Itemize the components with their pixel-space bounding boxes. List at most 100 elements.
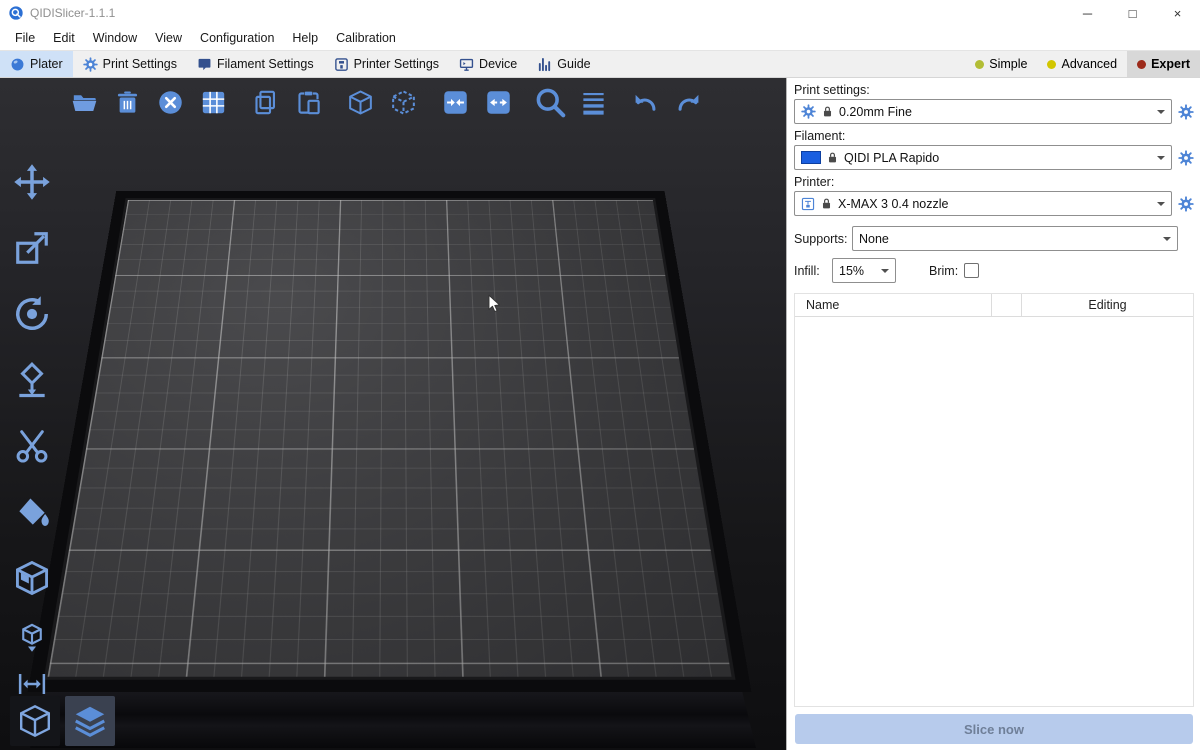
- split-to-parts-button[interactable]: [480, 84, 516, 120]
- object-list-body[interactable]: [795, 317, 1193, 706]
- search-icon: [534, 86, 567, 119]
- gear-icon: [801, 104, 816, 119]
- preview-view-button[interactable]: [65, 696, 115, 746]
- printer-value: X-MAX 3 0.4 nozzle: [838, 197, 948, 211]
- infill-combo[interactable]: 15%: [832, 258, 896, 283]
- undo-button[interactable]: [627, 84, 663, 120]
- mode-simple[interactable]: Simple: [965, 51, 1037, 77]
- mode-simple-label: Simple: [989, 57, 1027, 71]
- open-button[interactable]: [66, 84, 102, 120]
- tab-printer-settings-label: Printer Settings: [354, 57, 439, 71]
- paste-button[interactable]: [290, 84, 326, 120]
- plater-icon: [10, 57, 25, 72]
- menu-edit[interactable]: Edit: [44, 31, 84, 45]
- redo-button[interactable]: [670, 84, 706, 120]
- cube-dashed-icon: [390, 89, 417, 116]
- rotate-tool-button[interactable]: [6, 288, 58, 340]
- folder-open-icon: [71, 89, 98, 116]
- menu-view[interactable]: View: [146, 31, 191, 45]
- object-list-header: Name Editing: [795, 294, 1193, 317]
- menu-file[interactable]: File: [6, 31, 44, 45]
- slice-now-button[interactable]: Slice now: [795, 714, 1193, 744]
- paint-tool-button[interactable]: [6, 486, 58, 538]
- printer-gear-button[interactable]: [1178, 196, 1194, 212]
- move-tool-button[interactable]: [6, 156, 58, 208]
- view-mode-buttons: [10, 696, 115, 746]
- tab-print-settings[interactable]: Print Settings: [73, 51, 187, 77]
- copy-button[interactable]: [247, 84, 283, 120]
- menu-help[interactable]: Help: [283, 31, 327, 45]
- split-to-objects-button[interactable]: [437, 84, 473, 120]
- window-controls: ─ □ ×: [1065, 0, 1200, 26]
- cube-icon: [347, 89, 374, 116]
- chevron-down-icon: [1157, 110, 1165, 118]
- close-button[interactable]: ×: [1155, 0, 1200, 26]
- object-list[interactable]: Name Editing: [794, 293, 1194, 707]
- mode-advanced-label: Advanced: [1061, 57, 1117, 71]
- tab-print-settings-label: Print Settings: [103, 57, 177, 71]
- filament-gear-button[interactable]: [1178, 150, 1194, 166]
- menu-configuration[interactable]: Configuration: [191, 31, 283, 45]
- filament-combo[interactable]: QIDI PLA Rapido: [794, 145, 1172, 170]
- tab-filament-settings[interactable]: Filament Settings: [187, 51, 324, 77]
- top-toolbar: [66, 84, 713, 120]
- minimize-button[interactable]: ─: [1065, 0, 1110, 26]
- device-monitor-icon: [459, 57, 474, 72]
- search-button[interactable]: [532, 84, 568, 120]
- variable-layer-height-button[interactable]: [575, 84, 611, 120]
- undo-icon: [632, 89, 659, 116]
- cut-tool-button[interactable]: [6, 420, 58, 472]
- printer-icon: [801, 197, 815, 211]
- remove-instance-button[interactable]: [385, 84, 421, 120]
- simple-mode-dot-icon: [975, 60, 984, 69]
- brim-label: Brim:: [929, 264, 958, 278]
- printer-base: [30, 674, 756, 748]
- place-on-face-tool-button[interactable]: [6, 354, 58, 406]
- paste-icon: [295, 89, 322, 116]
- bed-scene: [0, 78, 786, 750]
- paint-bucket-icon: [13, 493, 51, 531]
- tab-guide-label: Guide: [557, 57, 590, 71]
- tab-guide[interactable]: Guide: [527, 51, 600, 77]
- width-arrow-icon: [17, 669, 47, 699]
- copy-icon: [252, 89, 279, 116]
- menu-window[interactable]: Window: [84, 31, 146, 45]
- name-column-header: Name: [795, 298, 991, 312]
- mode-advanced[interactable]: Advanced: [1037, 51, 1127, 77]
- print-settings-combo[interactable]: 0.20mm Fine: [794, 99, 1172, 124]
- mode-expert[interactable]: Expert: [1127, 51, 1200, 77]
- rotate-icon: [13, 295, 51, 333]
- brim-checkbox[interactable]: [964, 263, 979, 278]
- tab-device[interactable]: Device: [449, 51, 527, 77]
- scale-tool-button[interactable]: [6, 222, 58, 274]
- print-settings-gear-button[interactable]: [1178, 104, 1194, 120]
- seam-tool-button[interactable]: [6, 552, 58, 604]
- tab-plater[interactable]: Plater: [0, 51, 73, 77]
- filament-label: Filament:: [794, 129, 1194, 143]
- cube-wireframe-icon: [17, 703, 53, 739]
- delete-button[interactable]: [109, 84, 145, 120]
- tab-printer-settings[interactable]: Printer Settings: [324, 51, 449, 77]
- menu-calibration[interactable]: Calibration: [327, 31, 405, 45]
- lock-icon: [820, 197, 833, 210]
- arrange-button[interactable]: [195, 84, 231, 120]
- editor-view-button[interactable]: [10, 696, 60, 746]
- merge-arrows-icon: [442, 89, 469, 116]
- arrange-grid-icon: [200, 89, 227, 116]
- supports-combo[interactable]: None: [852, 226, 1178, 251]
- add-instance-button[interactable]: [342, 84, 378, 120]
- printer-combo[interactable]: X-MAX 3 0.4 nozzle: [794, 191, 1172, 216]
- viewport-3d[interactable]: [0, 78, 786, 750]
- maximize-button[interactable]: □: [1110, 0, 1155, 26]
- svg-tool-button[interactable]: [6, 618, 58, 658]
- filament-color-swatch: [801, 151, 821, 164]
- window-title: QIDISlicer-1.1.1: [30, 6, 115, 20]
- lock-icon: [821, 105, 834, 118]
- scissors-icon: [13, 427, 51, 465]
- cube-down-arrow-icon: [17, 623, 47, 653]
- delete-all-button[interactable]: [152, 84, 188, 120]
- mode-switcher: Simple Advanced Expert: [965, 51, 1200, 77]
- chevron-down-icon: [1163, 237, 1171, 245]
- printer-label: Printer:: [794, 175, 1194, 189]
- layer-lines-icon: [580, 89, 607, 116]
